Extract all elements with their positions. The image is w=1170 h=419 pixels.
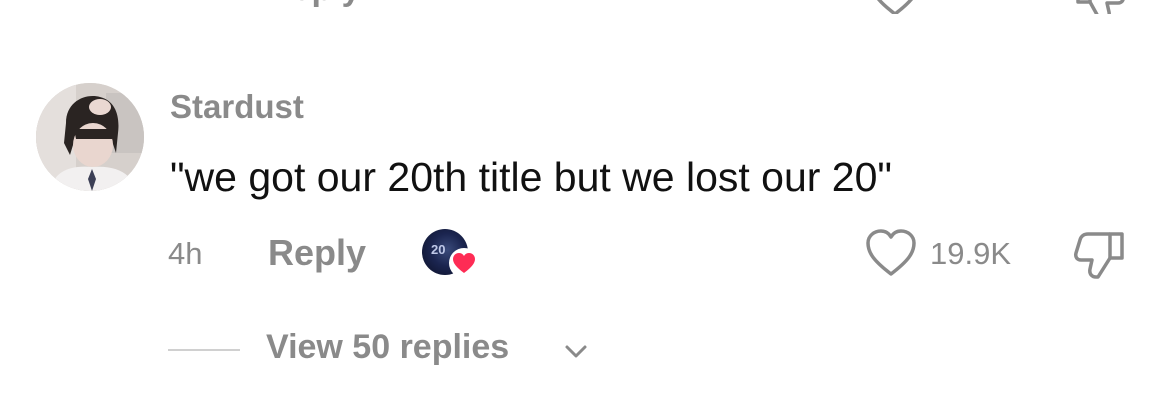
thumbs-down-outline-icon[interactable] [1070,226,1126,282]
comment-username[interactable]: Stardust [170,88,304,126]
creator-avatar-number: 20 [431,242,446,257]
previous-comment-actions: Reply [0,0,1170,14]
reply-button[interactable]: Reply [268,232,366,274]
like-count: 19.9K [930,236,1012,271]
user-avatar[interactable] [36,83,144,191]
comment-text: "we got our 20th title but we lost our 2… [170,154,892,200]
chevron-down-icon[interactable] [562,340,590,362]
previous-heart-icon[interactable] [868,0,922,14]
creator-liked-badge: 20 [422,229,480,279]
replies-divider [168,349,240,351]
view-replies-button[interactable]: View 50 replies [266,328,509,367]
heart-filled-icon [449,248,479,278]
heart-outline-icon[interactable] [864,228,918,278]
previous-reply-button[interactable]: Reply [268,0,361,9]
comment-timestamp: 4h [168,236,203,271]
previous-dislike-icon[interactable] [1072,0,1128,14]
